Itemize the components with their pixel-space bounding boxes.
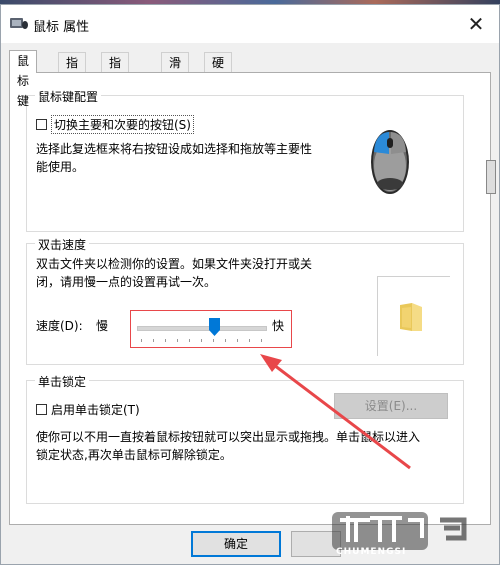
tab-pointer-options[interactable]: 指针选项 (101, 52, 130, 130)
switch-buttons-label: 切换主要和次要的按钮(S) (51, 115, 194, 134)
button-config-description: 选择此复选框来将右按钮设成如选择和拖放等主要性 能使用。 (36, 140, 336, 176)
mouse-app-icon (10, 18, 28, 29)
button-config-title: 鼠标键配置 (35, 88, 102, 105)
click-lock-description-line1: 使你可以不用一直按着鼠标按钮就可以突出显示或拖拽。单击鼠标以进入 (36, 430, 421, 444)
enable-click-lock-label: 启用单击锁定(T) (51, 403, 140, 417)
window-title: 鼠标 属性 (33, 20, 90, 35)
checkbox-box[interactable] (36, 119, 47, 130)
tab-wheel[interactable]: 滑轮 (161, 52, 190, 90)
enable-click-lock-checkbox[interactable]: 启用单击锁定(T) (36, 401, 140, 418)
close-icon: ✕ (467, 12, 485, 36)
click-lock-description: 使你可以不用一直按着鼠标按钮就可以突出显示或拖拽。单击鼠标以进入 锁定状态,再次… (36, 428, 466, 464)
click-lock-title: 单击锁定 (35, 373, 90, 390)
double-click-description-line2: 闭，请用慢一点的设置再试一次。 (36, 275, 217, 289)
button-config-description-line1: 选择此复选框来将右按钮设成如选择和拖放等主要性 (36, 142, 313, 156)
folder-icon[interactable] (396, 301, 426, 333)
button-config-description-line2: 能使用。 (36, 160, 85, 174)
click-lock-settings-button[interactable]: 设置(E)... (334, 393, 448, 419)
speed-label: 速度(D): (36, 319, 83, 333)
double-click-description-line1: 双击文件夹以检测你的设置。如果文件夹没打开或关 (36, 257, 313, 271)
ok-button[interactable]: 确定 (191, 531, 281, 557)
double-click-title: 双击速度 (35, 236, 90, 253)
watermark-text: CHUMENGSI (336, 547, 407, 557)
scrollbar-fragment (486, 160, 496, 194)
mouse-illustration-icon (371, 130, 409, 194)
tab-pointers[interactable]: 指针 (58, 52, 87, 90)
slow-label: 慢 (96, 319, 109, 333)
speed-highlight-box (130, 310, 292, 348)
checkbox-box[interactable] (36, 404, 47, 415)
tab-hardware[interactable]: 硬件 (204, 52, 233, 90)
tab-mouse-buttons[interactable]: 鼠标键 (9, 50, 38, 108)
test-folder-area[interactable] (377, 276, 450, 356)
title-bar: 鼠标 属性 ✕ (1, 5, 499, 43)
double-click-description: 双击文件夹以检测你的设置。如果文件夹没打开或关 闭，请用慢一点的设置再试一次。 (36, 255, 336, 291)
click-lock-description-line2: 锁定状态,再次单击鼠标可解除锁定。 (36, 448, 232, 462)
close-button[interactable]: ✕ (453, 5, 499, 43)
switch-buttons-checkbox[interactable]: 切换主要和次要的按钮(S) (36, 115, 194, 134)
